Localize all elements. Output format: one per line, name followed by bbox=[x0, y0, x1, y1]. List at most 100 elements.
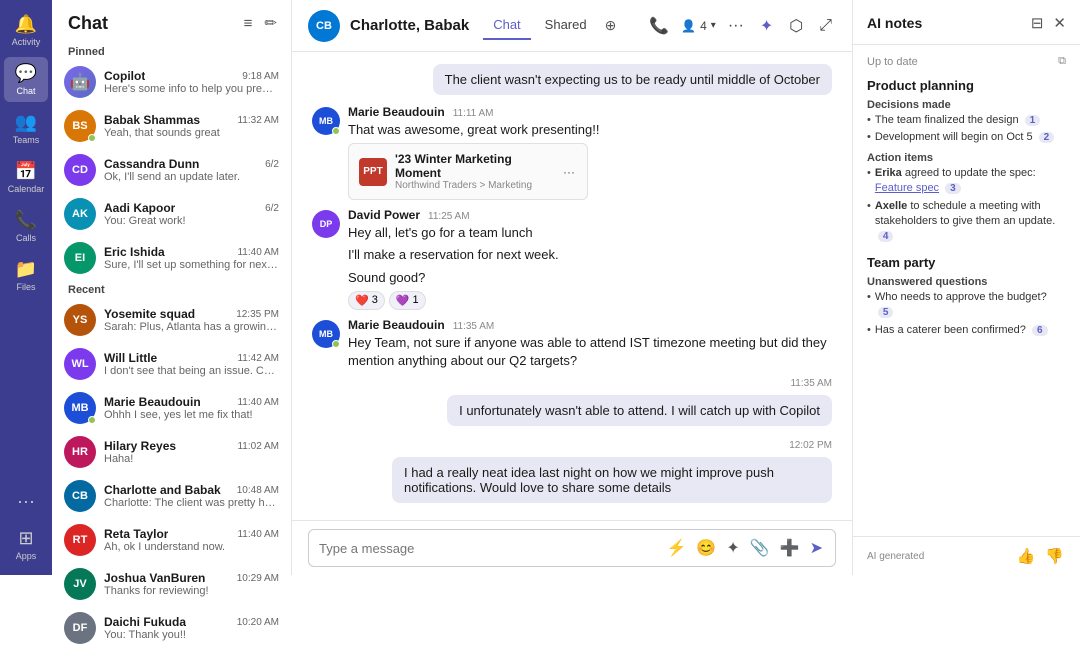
nav-item-apps[interactable]: ⊞ Apps bbox=[4, 522, 48, 567]
chevron-down-icon: ▾ bbox=[711, 20, 716, 31]
chat-preview-cassandra: Ok, I'll send an update later. bbox=[104, 171, 279, 183]
chat-preview-eric: Sure, I'll set up something for next wee… bbox=[104, 259, 279, 271]
tab-chat[interactable]: Chat bbox=[483, 11, 530, 40]
notes-subsection-decisions: Decisions made bbox=[867, 99, 1066, 111]
chat-time-daichi: 10:20 AM bbox=[237, 617, 279, 628]
message-row-self-0: The client wasn't expecting us to be rea… bbox=[312, 64, 832, 95]
chat-item-daichi[interactable]: DF Daichi Fukuda 10:20 AM You: Thank you… bbox=[52, 606, 291, 650]
nav-item-teams[interactable]: 👥 Teams bbox=[4, 106, 48, 151]
msg-time-self-1: 11:35 AM bbox=[312, 378, 832, 389]
reactions-david: ❤️ 3 💜 1 bbox=[348, 291, 832, 310]
format-button[interactable]: ⚡ bbox=[665, 536, 689, 560]
notes-item-decision-1: The team finalized the design 1 bbox=[867, 113, 1066, 128]
chat-item-cassandra[interactable]: CD Cassandra Dunn 6/2 Ok, I'll send an u… bbox=[52, 148, 291, 192]
chat-item-marie[interactable]: MB Marie Beaudouin 11:40 AM Ohhh I see, … bbox=[52, 386, 291, 430]
chat-name-joshua: Joshua VanBuren bbox=[104, 571, 205, 585]
chat-time-cassandra: 6/2 bbox=[265, 159, 279, 170]
msg-content-david: David Power 11:25 AM Hey all, let's go f… bbox=[348, 208, 832, 310]
ai-notes-panel: AI notes ⊟ ✕ Up to date ⧉ Product planni… bbox=[852, 0, 1080, 575]
chat-preview-copilot: Here's some info to help you prep for yo… bbox=[104, 83, 279, 95]
chat-item-will[interactable]: WL Will Little 11:42 AM I don't see that… bbox=[52, 342, 291, 386]
notes-section-product: Product planning bbox=[867, 78, 1066, 93]
sticker-button[interactable]: ✦ bbox=[724, 536, 741, 560]
notes-badge-5: 5 bbox=[878, 307, 894, 318]
attachment-card-marie[interactable]: PPT '23 Winter Marketing Moment Northwin… bbox=[348, 143, 588, 200]
attachment-path: Northwind Traders > Marketing bbox=[395, 180, 553, 191]
meet-button[interactable]: 📎 bbox=[748, 536, 772, 560]
avatar-yosemite: YS bbox=[64, 304, 96, 336]
nav-label-files: Files bbox=[16, 282, 35, 292]
chat-item-hilary[interactable]: HR Hilary Reyes 11:02 AM Haha! bbox=[52, 430, 291, 474]
emoji-button[interactable]: 😊 bbox=[694, 536, 718, 560]
chat-time-aadi: 6/2 bbox=[265, 203, 279, 214]
nav-item-calendar[interactable]: 📅 Calendar bbox=[4, 155, 48, 200]
notes-badge-4: 4 bbox=[878, 231, 894, 242]
msg-text-david-1: I'll make a reservation for next week. bbox=[348, 246, 832, 264]
chat-item-aadi[interactable]: AK Aadi Kapoor 6/2 You: Great work! bbox=[52, 192, 291, 236]
feature-spec-link[interactable]: Feature spec bbox=[875, 182, 939, 194]
chat-preview-reta: Ah, ok I understand now. bbox=[104, 541, 279, 553]
chat-preview-marie: Ohhh I see, yes let me fix that! bbox=[104, 409, 279, 421]
attachment-more-button[interactable]: ··· bbox=[561, 163, 577, 181]
msg-time-self-2: 12:02 PM bbox=[312, 440, 832, 451]
reaction-purple-heart[interactable]: 💜 1 bbox=[389, 291, 426, 310]
thumbs-down-button[interactable]: 👎 bbox=[1043, 545, 1066, 567]
msg-content-marie-1: Marie Beaudouin 11:11 AM That was awesom… bbox=[348, 105, 832, 200]
notes-date-label: Up to date ⧉ bbox=[867, 55, 1066, 68]
ai-notes-header: AI notes ⊟ ✕ bbox=[853, 0, 1080, 45]
chat-main-area: CB Charlotte, Babak Chat Shared ⊕ 📞 👤 4 … bbox=[292, 0, 852, 575]
chat-name-copilot: Copilot bbox=[104, 69, 145, 83]
chat-time-will: 11:42 AM bbox=[237, 353, 279, 364]
msg-time-david: 11:25 AM bbox=[428, 211, 470, 222]
new-chat-button[interactable]: ✏ bbox=[262, 12, 279, 34]
feedback-icons: 👍 👎 bbox=[1015, 545, 1066, 567]
chat-header-actions: 📞 👤 4 ▾ ··· ✦ ⬡ ⤢ bbox=[645, 12, 836, 40]
tab-shared[interactable]: Shared bbox=[535, 11, 597, 40]
copilot-button[interactable]: ✦ bbox=[756, 12, 777, 40]
nav-item-more[interactable]: ··· bbox=[4, 485, 48, 518]
ai-notes-settings-button[interactable]: ⊟ bbox=[1029, 12, 1046, 34]
nav-item-activity[interactable]: 🔔 Activity bbox=[4, 8, 48, 53]
chat-item-yosemite[interactable]: YS Yosemite squad 12:35 PM Sarah: Plus, … bbox=[52, 298, 291, 342]
chat-tabs: Chat Shared ⊕ bbox=[483, 11, 620, 40]
chat-item-joshua[interactable]: JV Joshua VanBuren 10:29 AM Thanks for r… bbox=[52, 562, 291, 606]
chat-time-joshua: 10:29 AM bbox=[237, 573, 279, 584]
avatar-copilot: 🤖 bbox=[64, 66, 96, 98]
share-screen-button[interactable]: ⬡ bbox=[785, 12, 807, 40]
chat-time-marie: 11:40 AM bbox=[237, 397, 279, 408]
more-options-button[interactable]: ··· bbox=[724, 13, 748, 39]
notes-copy-icon[interactable]: ⧉ bbox=[1058, 55, 1066, 68]
popout-button[interactable]: ⤢ bbox=[815, 13, 836, 39]
nav-item-calls[interactable]: 📞 Calls bbox=[4, 204, 48, 249]
chat-item-charlotte-babak[interactable]: CB Charlotte and Babak 10:48 AM Charlott… bbox=[52, 474, 291, 518]
files-icon: 📁 bbox=[15, 259, 37, 280]
ai-notes-title: AI notes bbox=[867, 15, 1029, 31]
msg-time-marie-2: 11:35 AM bbox=[453, 321, 495, 332]
message-bubble-self-1: I unfortunately wasn't able to attend. I… bbox=[447, 395, 832, 426]
input-icons: ⚡ 😊 ✦ 📎 ➕ ➤ bbox=[665, 536, 826, 560]
ai-notes-close-button[interactable]: ✕ bbox=[1051, 12, 1068, 34]
chat-item-info-babak: Babak Shammas 11:32 AM Yeah, that sounds… bbox=[104, 113, 279, 139]
reaction-heart[interactable]: ❤️ 3 bbox=[348, 291, 385, 310]
add-tab-button[interactable]: ⊕ bbox=[601, 11, 621, 40]
send-button[interactable]: ➤ bbox=[808, 536, 825, 560]
messages-area: The client wasn't expecting us to be rea… bbox=[292, 52, 852, 520]
notes-item-unanswered-2: Has a caterer been confirmed? 6 bbox=[867, 323, 1066, 338]
filter-button[interactable]: ≡ bbox=[242, 12, 255, 34]
audio-call-button[interactable]: 📞 bbox=[645, 12, 673, 40]
attach-button[interactable]: ➕ bbox=[778, 536, 802, 560]
chat-item-reta[interactable]: RT Reta Taylor 11:40 AM Ah, ok I underst… bbox=[52, 518, 291, 562]
nav-item-files[interactable]: 📁 Files bbox=[4, 253, 48, 298]
chat-item-copilot[interactable]: 🤖 Copilot 9:18 AM Here's some info to he… bbox=[52, 60, 291, 104]
chat-list-title: Chat bbox=[68, 13, 108, 34]
participants-button[interactable]: 👤 4 ▾ bbox=[681, 19, 716, 33]
message-input[interactable] bbox=[319, 541, 657, 556]
chat-preview-hilary: Haha! bbox=[104, 453, 279, 465]
thumbs-up-button[interactable]: 👍 bbox=[1015, 545, 1038, 567]
notes-item-action-1: Erika agreed to update the spec: Feature… bbox=[867, 166, 1066, 197]
notes-item-decision-2: Development will begin on Oct 5 2 bbox=[867, 130, 1066, 145]
nav-item-chat[interactable]: 💬 Chat bbox=[4, 57, 48, 102]
chat-item-eric[interactable]: EI Eric Ishida 11:40 AM Sure, I'll set u… bbox=[52, 236, 291, 280]
chat-list-panel: Chat ≡ ✏ Pinned 🤖 Copilot 9:18 AM Here's… bbox=[52, 0, 292, 575]
chat-item-babak[interactable]: BS Babak Shammas 11:32 AM Yeah, that sou… bbox=[52, 104, 291, 148]
